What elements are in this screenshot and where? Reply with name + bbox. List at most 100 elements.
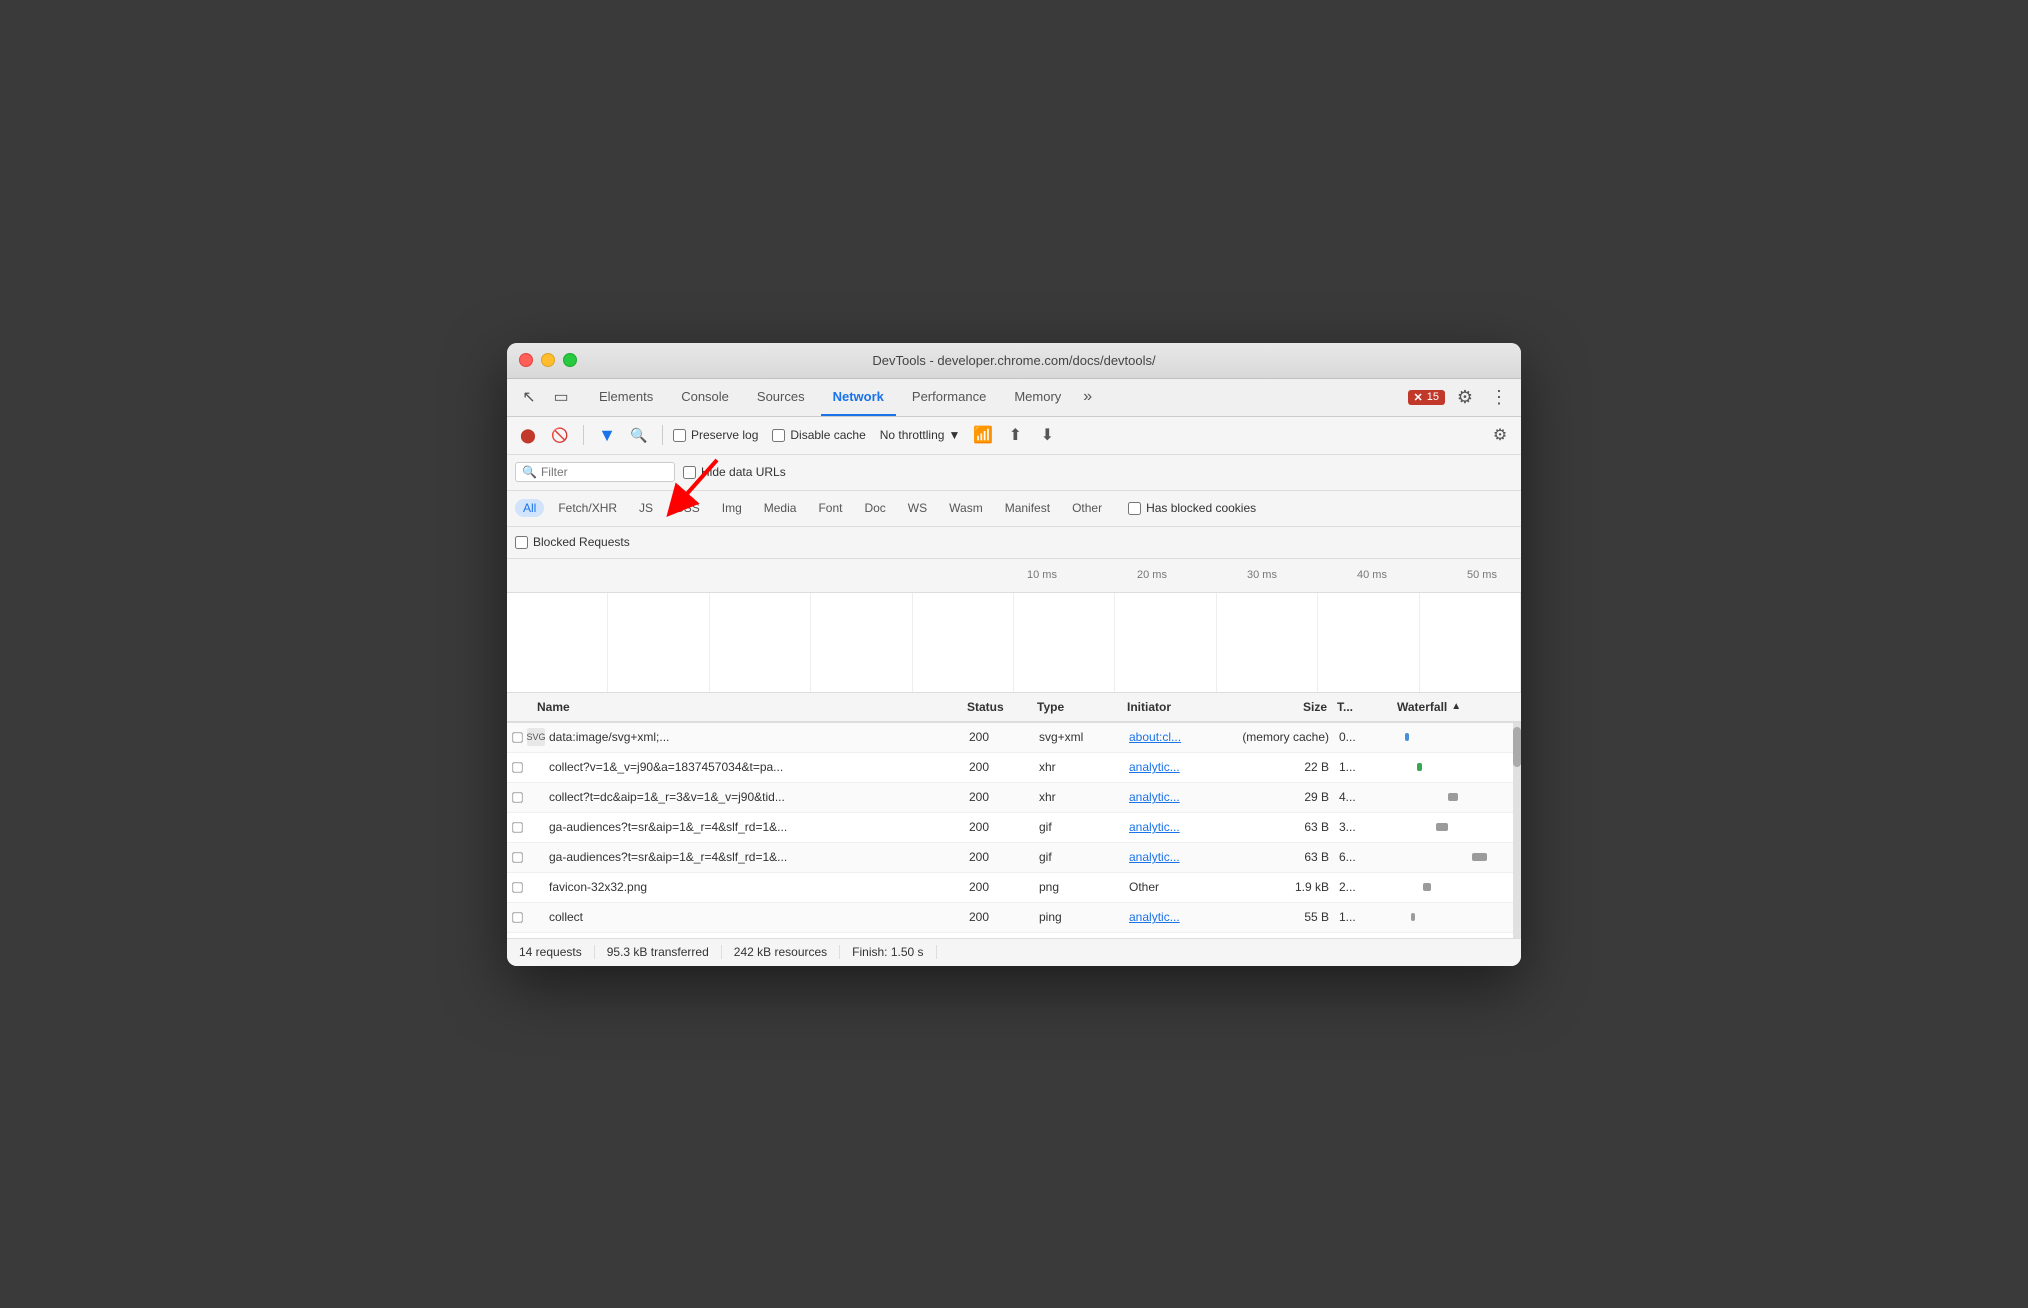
filter-manifest-button[interactable]: Manifest bbox=[997, 499, 1058, 517]
timeline-col-2 bbox=[608, 593, 709, 692]
filter-input-wrapper[interactable]: 🔍 bbox=[515, 462, 675, 482]
filter-other-button[interactable]: Other bbox=[1064, 499, 1110, 517]
blocked-requests-checkbox[interactable]: Blocked Requests bbox=[515, 535, 630, 549]
tab-sources[interactable]: Sources bbox=[745, 378, 817, 416]
row-size-4: 63 B bbox=[1239, 850, 1339, 864]
has-blocked-cookies-input[interactable] bbox=[1128, 502, 1141, 515]
row-waterfall-2 bbox=[1399, 783, 1521, 812]
settings-icon[interactable]: ⚙ bbox=[1451, 383, 1479, 411]
download-icon[interactable]: ⬇ bbox=[1034, 422, 1060, 448]
preserve-log-checkbox[interactable]: Preserve log bbox=[673, 428, 758, 442]
hide-data-urls-input[interactable] bbox=[683, 466, 696, 479]
timeline-col-7 bbox=[1115, 593, 1216, 692]
tab-memory[interactable]: Memory bbox=[1002, 378, 1073, 416]
preserve-log-input[interactable] bbox=[673, 429, 686, 442]
network-table-header: Name Status Type Initiator Size T... Wat… bbox=[507, 693, 1521, 723]
row-type-6: ping bbox=[1039, 910, 1129, 924]
scrollbar-track[interactable] bbox=[1513, 723, 1521, 938]
network-settings-icon[interactable]: ⚙ bbox=[1487, 422, 1513, 448]
more-options-icon[interactable]: ⋮ bbox=[1485, 383, 1513, 411]
search-icon[interactable]: 🔍 bbox=[626, 422, 652, 448]
row-size-2: 29 B bbox=[1239, 790, 1339, 804]
wifi-icon[interactable]: 📶 bbox=[970, 422, 996, 448]
disable-cache-checkbox[interactable]: Disable cache bbox=[772, 428, 865, 442]
filter-font-button[interactable]: Font bbox=[810, 499, 850, 517]
tick-30ms: 30 ms bbox=[1207, 569, 1317, 581]
table-row[interactable]: collect 200 ping analytic... 55 B 1... bbox=[507, 903, 1521, 933]
row-size-6: 55 B bbox=[1239, 910, 1339, 924]
hide-data-urls-checkbox[interactable]: Hide data URLs bbox=[683, 465, 786, 479]
row-initiator-6[interactable]: analytic... bbox=[1129, 910, 1239, 924]
tab-more-button[interactable]: » bbox=[1077, 388, 1098, 406]
scrollbar-thumb[interactable] bbox=[1513, 727, 1521, 767]
tab-network[interactable]: Network bbox=[821, 378, 896, 416]
has-blocked-cookies-checkbox[interactable]: Has blocked cookies bbox=[1128, 501, 1256, 515]
row-type-3: gif bbox=[1039, 820, 1129, 834]
cursor-icon[interactable]: ↖ bbox=[515, 383, 543, 411]
header-waterfall[interactable]: Waterfall ▲ bbox=[1397, 700, 1521, 714]
minimize-button[interactable] bbox=[541, 353, 555, 367]
filter-fetch-xhr-button[interactable]: Fetch/XHR bbox=[550, 499, 625, 517]
file-icon bbox=[527, 878, 545, 896]
row-checkbox-0[interactable] bbox=[507, 731, 527, 744]
file-icon bbox=[527, 908, 545, 926]
table-row[interactable]: favicon-32x32.png 200 png Other 1.9 kB 2… bbox=[507, 873, 1521, 903]
header-time[interactable]: T... bbox=[1337, 700, 1397, 714]
tab-right-area: ✕ 15 ⚙ ⋮ bbox=[1408, 383, 1513, 411]
table-row[interactable]: SVG data:image/svg+xml;... 200 svg+xml a… bbox=[507, 723, 1521, 753]
header-size[interactable]: Size bbox=[1237, 700, 1337, 714]
row-checkbox-5[interactable] bbox=[507, 881, 527, 894]
row-initiator-4[interactable]: analytic... bbox=[1129, 850, 1239, 864]
header-name[interactable]: Name bbox=[507, 700, 967, 714]
row-checkbox-3[interactable] bbox=[507, 821, 527, 834]
filter-input[interactable] bbox=[541, 465, 661, 479]
device-icon[interactable]: ▭ bbox=[547, 383, 575, 411]
table-row[interactable]: ga-audiences?t=sr&aip=1&_r=4&slf_rd=1&..… bbox=[507, 813, 1521, 843]
timeline-chart-area bbox=[507, 593, 1521, 693]
header-initiator[interactable]: Initiator bbox=[1127, 700, 1237, 714]
waterfall-bar-0 bbox=[1405, 733, 1409, 741]
row-size-5: 1.9 kB bbox=[1239, 880, 1339, 894]
filter-media-button[interactable]: Media bbox=[756, 499, 805, 517]
row-time-1: 1... bbox=[1339, 760, 1399, 774]
blocked-requests-input[interactable] bbox=[515, 536, 528, 549]
row-size-0: (memory cache) bbox=[1239, 730, 1339, 744]
filter-all-button[interactable]: All bbox=[515, 499, 544, 517]
tab-console[interactable]: Console bbox=[669, 378, 741, 416]
table-row[interactable]: ga-audiences?t=sr&aip=1&_r=4&slf_rd=1&..… bbox=[507, 843, 1521, 873]
filter-doc-button[interactable]: Doc bbox=[856, 499, 893, 517]
row-initiator-2[interactable]: analytic... bbox=[1129, 790, 1239, 804]
disable-cache-input[interactable] bbox=[772, 429, 785, 442]
header-type[interactable]: Type bbox=[1037, 700, 1127, 714]
row-initiator-1[interactable]: analytic... bbox=[1129, 760, 1239, 774]
clear-button[interactable]: 🚫 bbox=[547, 422, 573, 448]
record-button[interactable]: ⬤ bbox=[515, 422, 541, 448]
error-badge[interactable]: ✕ 15 bbox=[1408, 390, 1445, 405]
row-checkbox-1[interactable] bbox=[507, 761, 527, 774]
filter-wasm-button[interactable]: Wasm bbox=[941, 499, 991, 517]
row-checkbox-6[interactable] bbox=[507, 911, 527, 924]
throttle-select[interactable]: No throttling ▼ bbox=[880, 428, 961, 442]
row-checkbox-2[interactable] bbox=[507, 791, 527, 804]
filter-css-button[interactable]: CSS bbox=[667, 499, 708, 517]
tab-elements[interactable]: Elements bbox=[587, 378, 665, 416]
timeline-col-1 bbox=[507, 593, 608, 692]
table-row[interactable]: collect?t=dc&aip=1&_r=3&v=1&_v=j90&tid..… bbox=[507, 783, 1521, 813]
filter-icon[interactable]: ▼ bbox=[594, 422, 620, 448]
filter-ws-button[interactable]: WS bbox=[900, 499, 935, 517]
upload-icon[interactable]: ⬆ bbox=[1002, 422, 1028, 448]
file-icon bbox=[527, 788, 545, 806]
row-size-1: 22 B bbox=[1239, 760, 1339, 774]
row-initiator-3[interactable]: analytic... bbox=[1129, 820, 1239, 834]
close-button[interactable] bbox=[519, 353, 533, 367]
row-time-6: 1... bbox=[1339, 910, 1399, 924]
maximize-button[interactable] bbox=[563, 353, 577, 367]
header-status[interactable]: Status bbox=[967, 700, 1037, 714]
row-initiator-0[interactable]: about:cl... bbox=[1129, 730, 1239, 744]
row-type-4: gif bbox=[1039, 850, 1129, 864]
table-row[interactable]: collect?v=1&_v=j90&a=1837457034&t=pa... … bbox=[507, 753, 1521, 783]
tab-performance[interactable]: Performance bbox=[900, 378, 998, 416]
filter-js-button[interactable]: JS bbox=[631, 499, 661, 517]
filter-img-button[interactable]: Img bbox=[714, 499, 750, 517]
row-checkbox-4[interactable] bbox=[507, 851, 527, 864]
